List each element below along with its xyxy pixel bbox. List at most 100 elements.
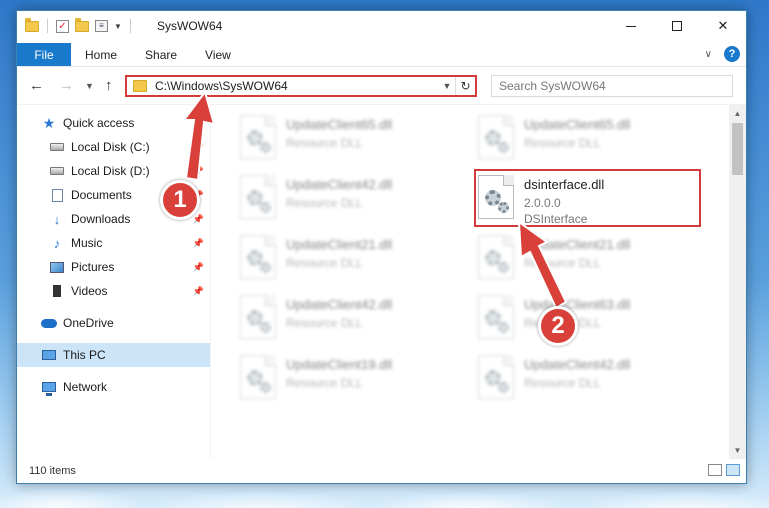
pin-icon[interactable]: 📌 [193, 166, 204, 177]
sidebar-item-network[interactable]: Network [17, 375, 210, 399]
vertical-scrollbar[interactable]: ▲ ▼ [729, 105, 746, 459]
documents-icon [49, 187, 65, 203]
file-item[interactable]: UpdateClient65.dll Resource DLL [240, 115, 450, 171]
file-name: UpdateClient42.dll [524, 357, 631, 372]
file-item[interactable]: UpdateClient21.dll Resource DLL [240, 235, 450, 291]
tiles-view-icon[interactable] [726, 464, 740, 476]
step-2-badge: 2 [538, 306, 578, 346]
sidebar-item-quick-access[interactable]: ★ Quick access [17, 111, 210, 135]
close-icon: ✕ [717, 18, 729, 33]
dll-file-icon [240, 115, 276, 159]
file-item[interactable]: UpdateClient42.dll Resource DLL [240, 175, 450, 231]
file-item[interactable]: UpdateClient19.dll Resource DLL [240, 355, 450, 411]
onedrive-cloud-icon [41, 315, 57, 331]
file-description: Resource DLL [286, 316, 363, 330]
sidebar-item-label: Network [63, 380, 108, 394]
sidebar-item-label: Documents [71, 188, 132, 202]
dll-file-icon [478, 235, 514, 279]
item-count: 110 items [29, 465, 76, 477]
folder-icon [133, 80, 147, 92]
file-description: Resource DLL [286, 256, 363, 270]
sidebar-item-onedrive[interactable]: OneDrive [17, 311, 210, 335]
scroll-down-icon[interactable]: ▼ [729, 442, 746, 459]
sidebar-item-pictures[interactable]: Pictures 📌 [17, 255, 210, 279]
file-name: UpdateClient65.dll [524, 117, 631, 132]
tab-home[interactable]: Home [71, 43, 131, 66]
recent-locations-chevron-icon[interactable]: ▼ [85, 81, 94, 91]
sidebar-item-label: Pictures [71, 260, 115, 274]
file-description: Resource DLL [524, 376, 601, 390]
music-icon: ♪ [53, 235, 61, 251]
minimize-button[interactable] [608, 11, 654, 41]
sidebar-item-music[interactable]: ♪ Music 📌 [17, 231, 210, 255]
customize-toolbar-icon[interactable]: ≡ [95, 20, 108, 32]
tab-file[interactable]: File [17, 43, 71, 66]
title-bar: ✓ ≡ ▼ SysWOW64 ✕ [17, 11, 746, 43]
status-bar: 110 items [17, 459, 746, 483]
file-highlight-box [474, 169, 701, 227]
pin-icon[interactable]: 📌 [193, 238, 204, 249]
file-name: UpdateClient19.dll [286, 357, 393, 372]
pin-icon[interactable]: 📌 [193, 262, 204, 273]
star-icon: ★ [42, 114, 56, 131]
address-dropdown-icon[interactable]: ▼ [439, 81, 455, 91]
local-disk-icon [49, 139, 65, 155]
dll-file-icon [240, 355, 276, 399]
view-buttons [708, 464, 740, 476]
help-icon[interactable]: ? [724, 46, 740, 62]
file-item[interactable]: UpdateClient63.dllResource DLL [478, 295, 688, 351]
pin-icon[interactable]: 📌 [193, 286, 204, 297]
sidebar-item-this-pc[interactable]: This PC [17, 343, 210, 367]
forward-arrow-icon[interactable]: → [59, 77, 74, 94]
file-item[interactable]: UpdateClient65.dll Resource DLL [478, 115, 688, 171]
address-bar[interactable]: C:\Windows\SysWOW64 ▼ ↻ [125, 75, 477, 97]
up-arrow-icon[interactable]: ↑ [105, 77, 113, 94]
close-button[interactable]: ✕ [700, 11, 746, 41]
address-path[interactable]: C:\Windows\SysWOW64 [155, 79, 439, 93]
scroll-up-icon[interactable]: ▲ [729, 105, 746, 122]
pictures-icon [49, 259, 65, 275]
pin-icon[interactable]: 📌 [193, 142, 204, 153]
local-disk-icon [49, 163, 65, 179]
properties-check-icon[interactable]: ✓ [56, 19, 69, 33]
dll-file-icon [478, 295, 514, 339]
sidebar-item-label: Local Disk (D:) [71, 164, 150, 178]
computer-icon [41, 347, 57, 363]
window-controls: ✕ [608, 11, 746, 41]
minimize-icon [626, 25, 636, 27]
maximize-button[interactable] [654, 11, 700, 41]
sidebar-item-local-disk-c[interactable]: Local Disk (C:) 📌 [17, 135, 210, 159]
search-input[interactable]: Search SysWOW64 [491, 75, 733, 97]
explorer-window: ✓ ≡ ▼ SysWOW64 ✕ File Home Share View ∨ … [16, 10, 747, 484]
maximize-icon [672, 21, 682, 31]
step-1-badge: 1 [160, 180, 200, 220]
scroll-thumb[interactable] [732, 123, 743, 175]
details-view-icon[interactable] [708, 464, 722, 476]
refresh-icon[interactable]: ↻ [455, 77, 475, 95]
expand-ribbon-icon[interactable]: ∨ [705, 49, 712, 60]
file-item[interactable]: UpdateClient42.dll Resource DLL [240, 295, 450, 351]
sidebar-item-videos[interactable]: Videos 📌 [17, 279, 210, 303]
toolbar-divider [47, 19, 48, 33]
sidebar-item-label: Music [71, 236, 103, 250]
navigation-pane: ★ Quick access Local Disk (C:) 📌 Local D… [17, 105, 211, 459]
back-arrow-icon[interactable]: ← [29, 77, 44, 94]
dll-file-icon [240, 235, 276, 279]
file-description: Resource DLL [524, 256, 601, 270]
dll-file-icon [240, 295, 276, 339]
new-folder-icon[interactable] [75, 17, 89, 32]
file-name: UpdateClient63.dll [524, 297, 631, 312]
tab-view[interactable]: View [191, 43, 245, 66]
explorer-content: ★ Quick access Local Disk (C:) 📌 Local D… [17, 105, 746, 459]
file-name: UpdateClient42.dll [286, 297, 393, 312]
file-item[interactable]: UpdateClient42.dll Resource DLL [478, 355, 688, 411]
downloads-icon: ↓ [53, 211, 61, 227]
file-item[interactable]: UpdateClient21.dll Resource DLL [478, 235, 688, 291]
navigation-bar: ← → ▼ ↑ C:\Windows\SysWOW64 ▼ ↻ Search S… [17, 67, 746, 105]
tab-share[interactable]: Share [131, 43, 191, 66]
sidebar-item-label: Videos [71, 284, 108, 298]
chevron-down-icon[interactable]: ▼ [114, 22, 122, 31]
pin-icon[interactable]: 📌 [193, 214, 204, 225]
